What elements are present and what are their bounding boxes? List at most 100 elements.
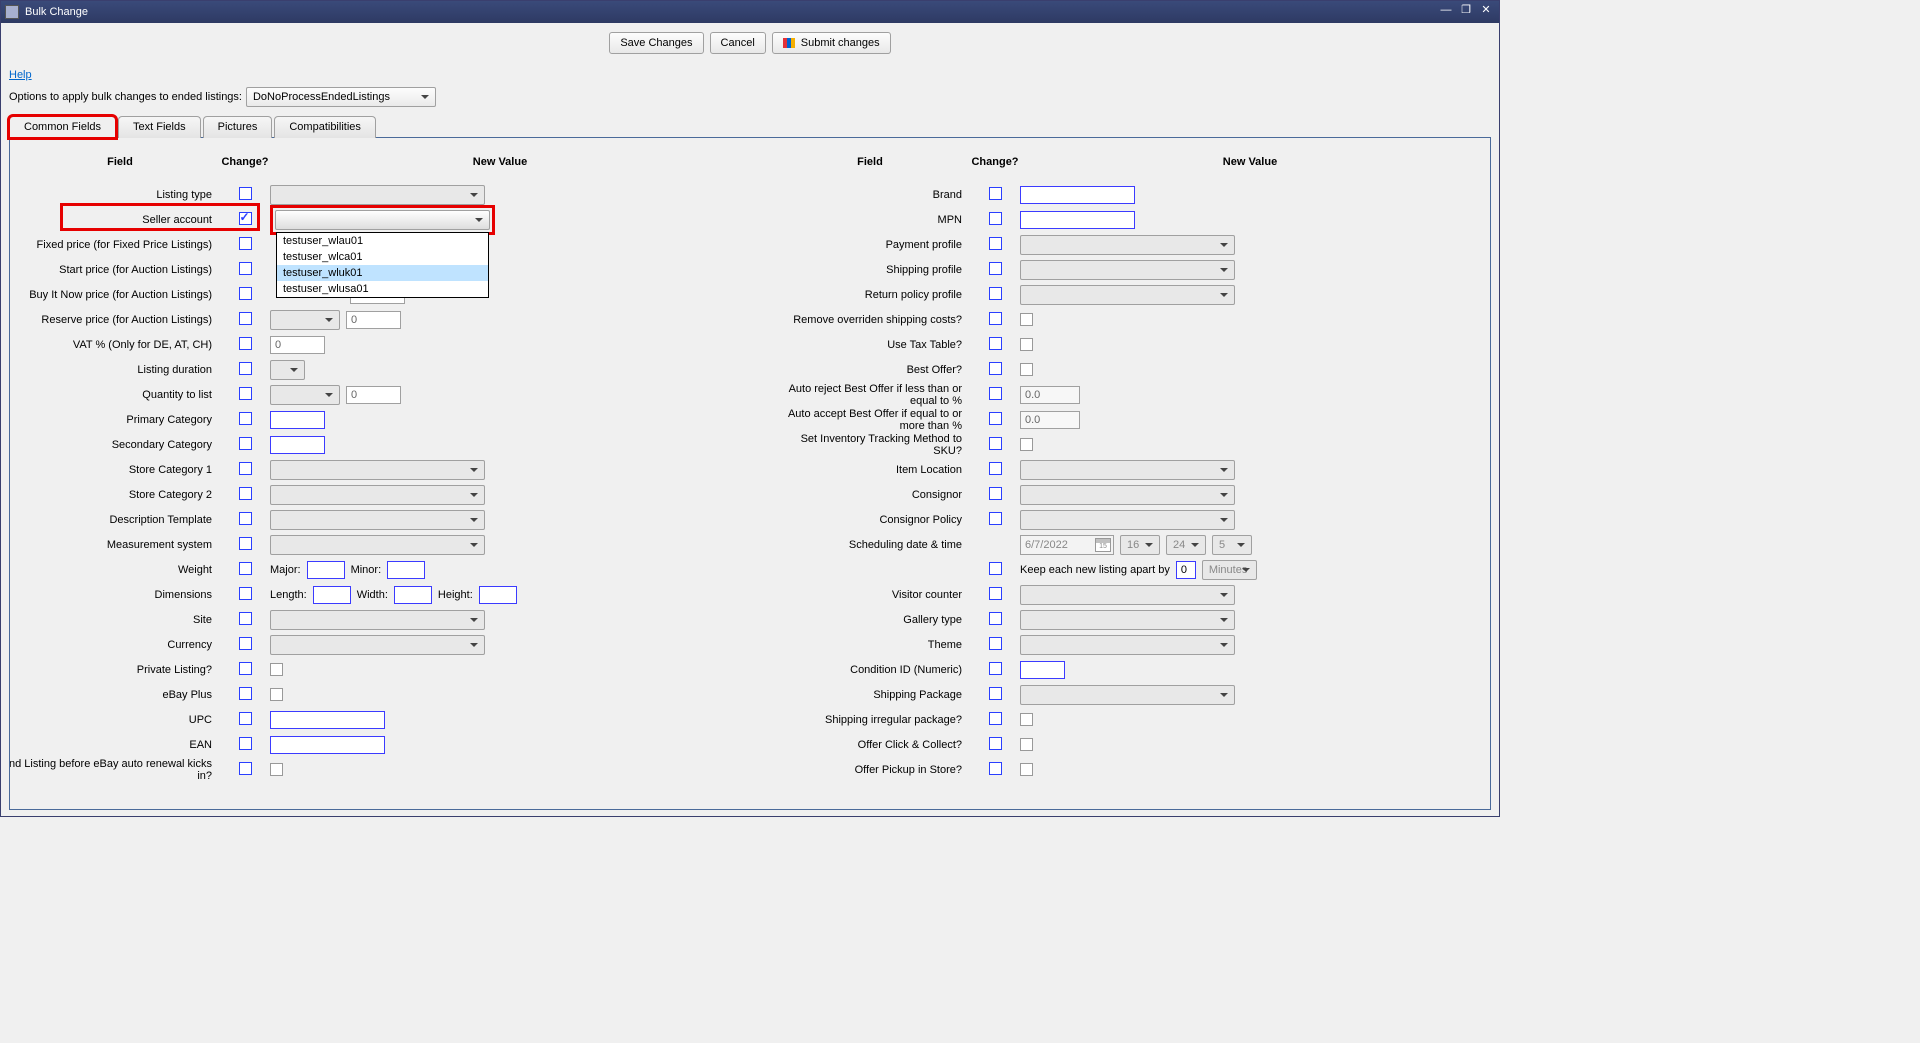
payment-profile-dropdown[interactable] — [1020, 235, 1235, 255]
end-listing-checkbox[interactable] — [239, 762, 252, 775]
seller-account-dropdown[interactable]: testuser_wlau01 testuser_wlca01 testuser… — [275, 210, 490, 230]
set-inventory-value-checkbox[interactable] — [1020, 438, 1033, 451]
primary-category-checkbox[interactable] — [239, 412, 252, 425]
vat-checkbox[interactable] — [239, 337, 252, 350]
mpn-input[interactable] — [1020, 211, 1135, 229]
gallery-type-dropdown[interactable] — [1020, 610, 1235, 630]
auto-accept-checkbox[interactable] — [989, 412, 1002, 425]
end-listing-value-checkbox[interactable] — [270, 763, 283, 776]
return-policy-checkbox[interactable] — [989, 287, 1002, 300]
offer-click-checkbox[interactable] — [989, 737, 1002, 750]
desc-template-dropdown[interactable] — [270, 510, 485, 530]
scheduling-hour-dropdown[interactable]: 16 — [1120, 535, 1160, 555]
upc-input[interactable] — [270, 711, 385, 729]
offer-pickup-checkbox[interactable] — [989, 762, 1002, 775]
fixed-price-checkbox[interactable] — [239, 237, 252, 250]
site-checkbox[interactable] — [239, 612, 252, 625]
calendar-icon[interactable]: 15 — [1095, 538, 1111, 552]
consignor-policy-dropdown[interactable] — [1020, 510, 1235, 530]
use-tax-value-checkbox[interactable] — [1020, 338, 1033, 351]
listing-type-checkbox[interactable] — [239, 187, 252, 200]
currency-dropdown[interactable] — [270, 635, 485, 655]
store-cat2-dropdown[interactable] — [270, 485, 485, 505]
listing-duration-checkbox[interactable] — [239, 362, 252, 375]
scheduling-date-input[interactable]: 6/7/2022 15 — [1020, 535, 1114, 555]
scheduling-checkbox[interactable] — [989, 562, 1002, 575]
quantity-checkbox[interactable] — [239, 387, 252, 400]
shipping-irregular-value-checkbox[interactable] — [1020, 713, 1033, 726]
site-dropdown[interactable] — [270, 610, 485, 630]
scheduling-sec-dropdown[interactable]: 5 — [1212, 535, 1252, 555]
auto-reject-checkbox[interactable] — [989, 387, 1002, 400]
ebay-plus-checkbox[interactable] — [239, 687, 252, 700]
seller-option-3[interactable]: testuser_wlusa01 — [277, 281, 488, 297]
best-offer-value-checkbox[interactable] — [1020, 363, 1033, 376]
listing-type-dropdown[interactable] — [270, 185, 485, 205]
weight-checkbox[interactable] — [239, 562, 252, 575]
quantity-input[interactable] — [346, 386, 401, 404]
brand-checkbox[interactable] — [989, 187, 1002, 200]
reserve-price-input[interactable] — [346, 311, 401, 329]
condition-id-checkbox[interactable] — [989, 662, 1002, 675]
consignor-policy-checkbox[interactable] — [989, 512, 1002, 525]
measurement-checkbox[interactable] — [239, 537, 252, 550]
keep-apart-unit-dropdown[interactable]: Minutes — [1202, 560, 1257, 580]
secondary-category-input[interactable] — [270, 436, 325, 454]
tab-common-fields[interactable]: Common Fields — [9, 116, 116, 138]
weight-major-input[interactable] — [307, 561, 345, 579]
best-offer-checkbox[interactable] — [989, 362, 1002, 375]
dimensions-checkbox[interactable] — [239, 587, 252, 600]
keep-apart-input[interactable] — [1176, 561, 1196, 579]
ended-listings-dropdown[interactable]: DoNoProcessEndedListings — [246, 87, 436, 107]
desc-template-checkbox[interactable] — [239, 512, 252, 525]
currency-checkbox[interactable] — [239, 637, 252, 650]
store-cat1-dropdown[interactable] — [270, 460, 485, 480]
help-link[interactable]: Help — [9, 69, 1491, 81]
store-cat1-checkbox[interactable] — [239, 462, 252, 475]
shipping-irregular-checkbox[interactable] — [989, 712, 1002, 725]
length-input[interactable] — [313, 586, 351, 604]
visitor-counter-checkbox[interactable] — [989, 587, 1002, 600]
offer-pickup-value-checkbox[interactable] — [1020, 763, 1033, 776]
shipping-profile-checkbox[interactable] — [989, 262, 1002, 275]
seller-option-2[interactable]: testuser_wluk01 — [277, 265, 488, 281]
start-price-checkbox[interactable] — [239, 262, 252, 275]
close-button[interactable]: ✕ — [1477, 5, 1495, 19]
seller-account-checkbox[interactable] — [239, 212, 252, 225]
theme-dropdown[interactable] — [1020, 635, 1235, 655]
gallery-type-checkbox[interactable] — [989, 612, 1002, 625]
listing-duration-dropdown[interactable] — [270, 360, 305, 380]
seller-option-1[interactable]: testuser_wlca01 — [277, 249, 488, 265]
seller-option-0[interactable]: testuser_wlau01 — [277, 233, 488, 249]
tab-text-fields[interactable]: Text Fields — [118, 116, 201, 138]
height-input[interactable] — [479, 586, 517, 604]
tab-pictures[interactable]: Pictures — [203, 116, 273, 138]
auto-reject-input[interactable] — [1020, 386, 1080, 404]
submit-changes-button[interactable]: Submit changes — [772, 32, 891, 54]
shipping-package-checkbox[interactable] — [989, 687, 1002, 700]
consignor-checkbox[interactable] — [989, 487, 1002, 500]
set-inventory-checkbox[interactable] — [989, 437, 1002, 450]
remove-shipping-value-checkbox[interactable] — [1020, 313, 1033, 326]
return-policy-dropdown[interactable] — [1020, 285, 1235, 305]
width-input[interactable] — [394, 586, 432, 604]
ebay-plus-value-checkbox[interactable] — [270, 688, 283, 701]
save-changes-button[interactable]: Save Changes — [609, 32, 703, 54]
shipping-profile-dropdown[interactable] — [1020, 260, 1235, 280]
primary-category-input[interactable] — [270, 411, 325, 429]
shipping-package-dropdown[interactable] — [1020, 685, 1235, 705]
theme-checkbox[interactable] — [989, 637, 1002, 650]
private-listing-value-checkbox[interactable] — [270, 663, 283, 676]
use-tax-checkbox[interactable] — [989, 337, 1002, 350]
vat-input[interactable] — [270, 336, 325, 354]
store-cat2-checkbox[interactable] — [239, 487, 252, 500]
weight-minor-input[interactable] — [387, 561, 425, 579]
item-location-checkbox[interactable] — [989, 462, 1002, 475]
upc-checkbox[interactable] — [239, 712, 252, 725]
ean-checkbox[interactable] — [239, 737, 252, 750]
reserve-price-dropdown[interactable] — [270, 310, 340, 330]
item-location-dropdown[interactable] — [1020, 460, 1235, 480]
brand-input[interactable] — [1020, 186, 1135, 204]
cancel-button[interactable]: Cancel — [710, 32, 766, 54]
ean-input[interactable] — [270, 736, 385, 754]
